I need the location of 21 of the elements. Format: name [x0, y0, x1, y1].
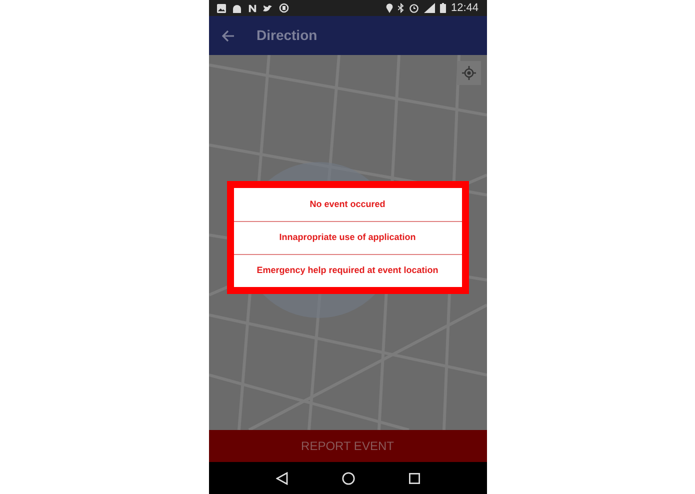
my-location-button[interactable]: [456, 61, 480, 85]
back-icon[interactable]: [276, 472, 288, 484]
alarm-icon: [408, 3, 419, 13]
recents-icon[interactable]: [408, 472, 420, 484]
battery-icon: [440, 3, 446, 13]
app-bar-title: Direction: [256, 26, 318, 45]
bird-icon: [262, 4, 272, 12]
n-icon: [248, 4, 256, 12]
circle-icon: [278, 3, 288, 13]
bluetooth-icon: [398, 3, 404, 13]
image-icon: [216, 4, 226, 12]
back-arrow-icon[interactable]: [222, 30, 234, 42]
report-event-button[interactable]: REPORT EVENT: [208, 430, 486, 462]
signal-icon: [424, 3, 435, 13]
dialog-option[interactable]: Innapropriate use of application: [234, 221, 462, 254]
location-pin-icon: [386, 3, 393, 13]
dialog-option[interactable]: Emergency help required at event location: [234, 254, 462, 287]
crosshair-icon: [462, 66, 476, 80]
home-icon[interactable]: [342, 472, 354, 484]
status-time: 12:44: [450, 0, 478, 16]
dialog-option[interactable]: No event occured: [234, 188, 462, 221]
